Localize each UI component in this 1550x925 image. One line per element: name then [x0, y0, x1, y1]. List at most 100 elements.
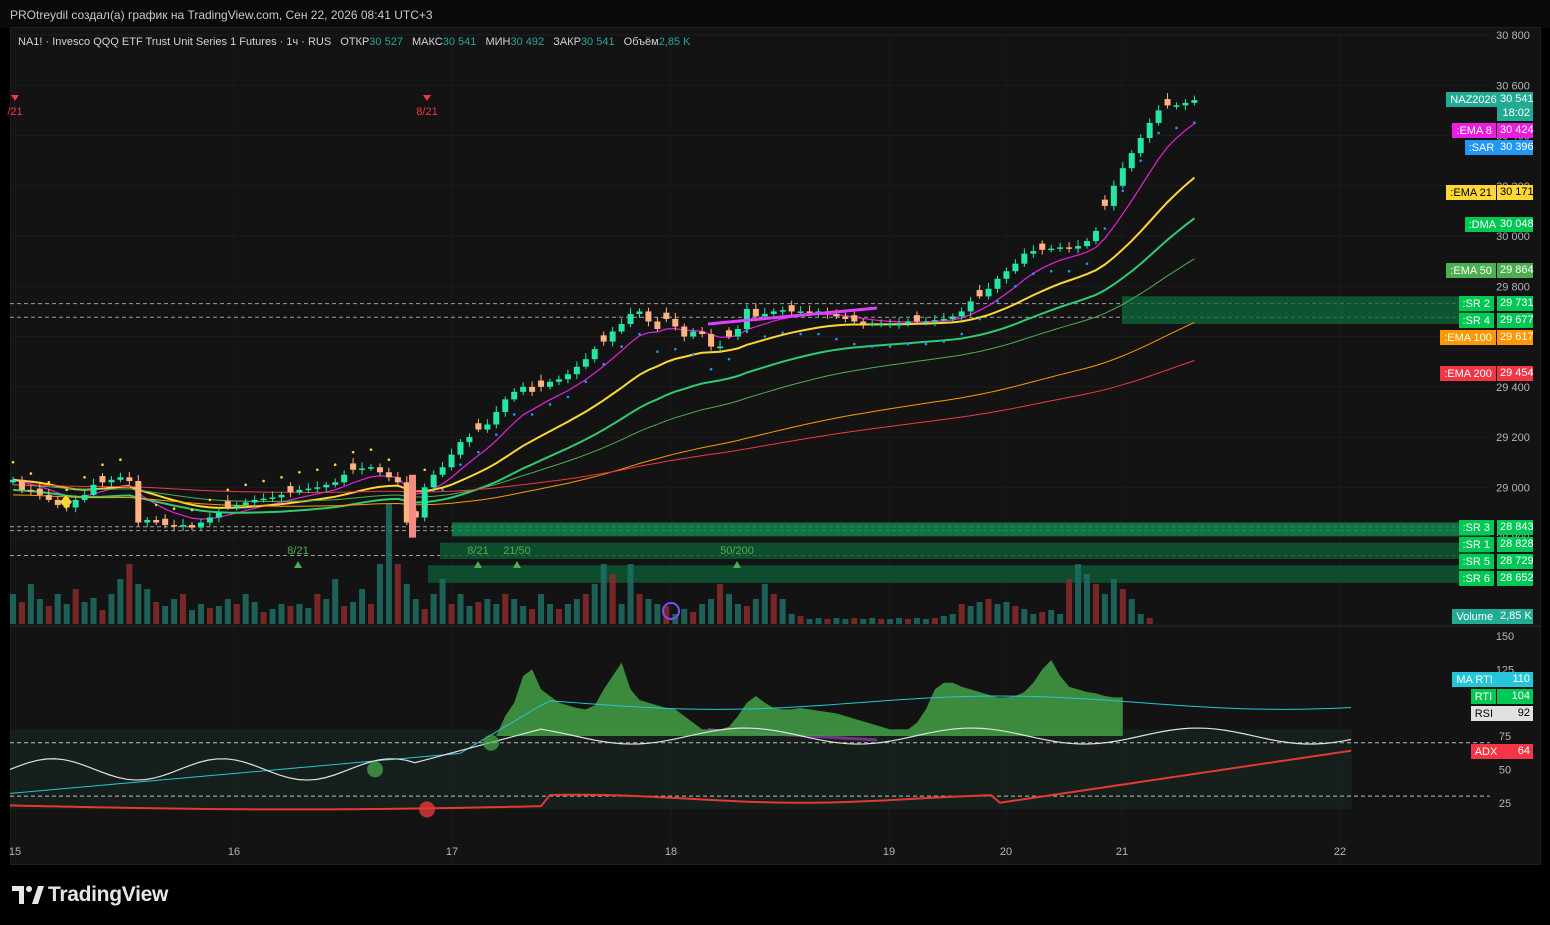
candles	[10, 93, 1198, 538]
sar-dot	[154, 503, 158, 507]
marker-label: 8/21	[416, 106, 437, 118]
volume-bar	[645, 599, 652, 624]
price-tag-ema-100-label: :EMA 100	[1440, 330, 1496, 345]
candle	[171, 525, 178, 527]
volume-bar	[690, 612, 697, 624]
candle	[215, 512, 222, 518]
candle	[1182, 102, 1189, 106]
candle	[529, 386, 536, 392]
candle	[197, 522, 204, 528]
sar-dot	[208, 498, 212, 502]
candle	[1030, 251, 1037, 254]
symbol-info[interactable]: NA1! · Invesco QQQ ETF Trust Unit Series…	[18, 36, 331, 48]
sar-dot	[29, 472, 33, 475]
sar-dot	[244, 483, 247, 487]
sar-dot	[1175, 126, 1178, 130]
symbol-legend[interactable]: NA1! · Invesco QQQ ETF Trust Unit Series…	[18, 36, 691, 48]
sar-dot	[172, 507, 176, 511]
volume-bar	[18, 602, 25, 624]
candle	[126, 477, 133, 482]
candle	[484, 424, 491, 430]
candle	[564, 374, 571, 380]
up-marker-icon	[733, 561, 741, 568]
candle	[1012, 263, 1019, 272]
volume-bar	[63, 604, 70, 624]
sar-dot	[781, 331, 784, 335]
signal-dot	[367, 761, 383, 778]
volume-bar	[99, 610, 106, 624]
volume-bar	[1012, 606, 1019, 624]
candle	[439, 467, 446, 475]
candle	[81, 494, 88, 500]
volume-bar	[636, 594, 643, 624]
volume-bar	[717, 584, 724, 624]
volume-bar	[654, 604, 661, 624]
sar-dot	[459, 463, 462, 467]
candle	[1003, 271, 1010, 279]
sar-dot	[1067, 269, 1071, 273]
candle	[72, 499, 79, 508]
sar-dot	[11, 460, 15, 464]
candle	[958, 311, 965, 317]
sar-dot	[316, 468, 319, 472]
volume-bar	[529, 609, 536, 624]
volume-bar	[1021, 609, 1028, 624]
sar-dot	[333, 463, 337, 467]
volume-bar	[627, 564, 634, 624]
candle	[135, 481, 142, 523]
sar-dot	[763, 335, 767, 338]
volume-bar	[215, 606, 222, 624]
volume-bar	[582, 594, 589, 624]
volume-bar	[269, 609, 276, 624]
volume-bar	[842, 619, 849, 624]
sar-dot	[1103, 227, 1107, 230]
candle	[609, 331, 616, 342]
candle	[162, 518, 169, 526]
sar-dot	[280, 475, 283, 479]
price-tag-volume-label: Volume	[1452, 609, 1498, 624]
volume-bar	[350, 602, 357, 624]
price-tag-ema-200-value: 29 454	[1497, 366, 1534, 381]
volume-bar	[788, 614, 795, 624]
volume-bar	[869, 618, 876, 624]
volume-bar	[931, 618, 938, 624]
volume-bar	[994, 604, 1001, 624]
marker-label: 8/21	[467, 545, 488, 557]
chart-canvas[interactable]: /21 8/218/21 8/21 21/50 50/200 30 80030 6003…	[0, 0, 1550, 925]
sar-dot	[1032, 272, 1035, 276]
price-tag-sar-value: 30 396	[1497, 140, 1534, 155]
volume-bar	[126, 564, 133, 624]
price-axis-tick: 30 600	[1496, 80, 1530, 92]
volume-bar	[260, 612, 267, 624]
volume-bar	[108, 594, 115, 624]
price-tag-ema-8-value: 30 424	[1497, 123, 1534, 138]
price-tag-ema-200-label: :EMA 200	[1440, 366, 1496, 381]
price-tag-sr-5-label: :SR 5	[1458, 554, 1495, 569]
volume-bar	[368, 604, 374, 624]
volume-bar	[251, 602, 258, 624]
volume-bar	[457, 594, 464, 624]
price-tag-volume-value: 2,85 K	[1497, 609, 1533, 624]
candle	[1191, 100, 1198, 103]
indicator-tag-rti-value: 104	[1497, 689, 1533, 704]
candle	[681, 326, 688, 337]
indicator-tag-rsi-value: 92	[1497, 706, 1533, 721]
price-tag-ema-21-value: 30 171	[1497, 185, 1534, 200]
sar-dot	[1193, 121, 1196, 125]
volume-bar	[779, 599, 786, 624]
volume-value: 2,85 K	[658, 36, 691, 48]
candle	[869, 323, 876, 326]
candle	[260, 498, 267, 501]
volume-bar	[385, 504, 392, 624]
close-label: ЗАКР	[553, 36, 581, 48]
time-axis-tick: 16	[228, 846, 240, 858]
sar-dot	[727, 357, 731, 361]
candle	[314, 487, 321, 489]
sar-dot	[924, 342, 928, 346]
volume-bar	[341, 606, 348, 624]
volume-bar	[1084, 574, 1090, 624]
sar-dot	[817, 332, 820, 336]
volume-bar	[72, 589, 79, 624]
candle	[385, 472, 392, 478]
candle	[376, 467, 383, 473]
